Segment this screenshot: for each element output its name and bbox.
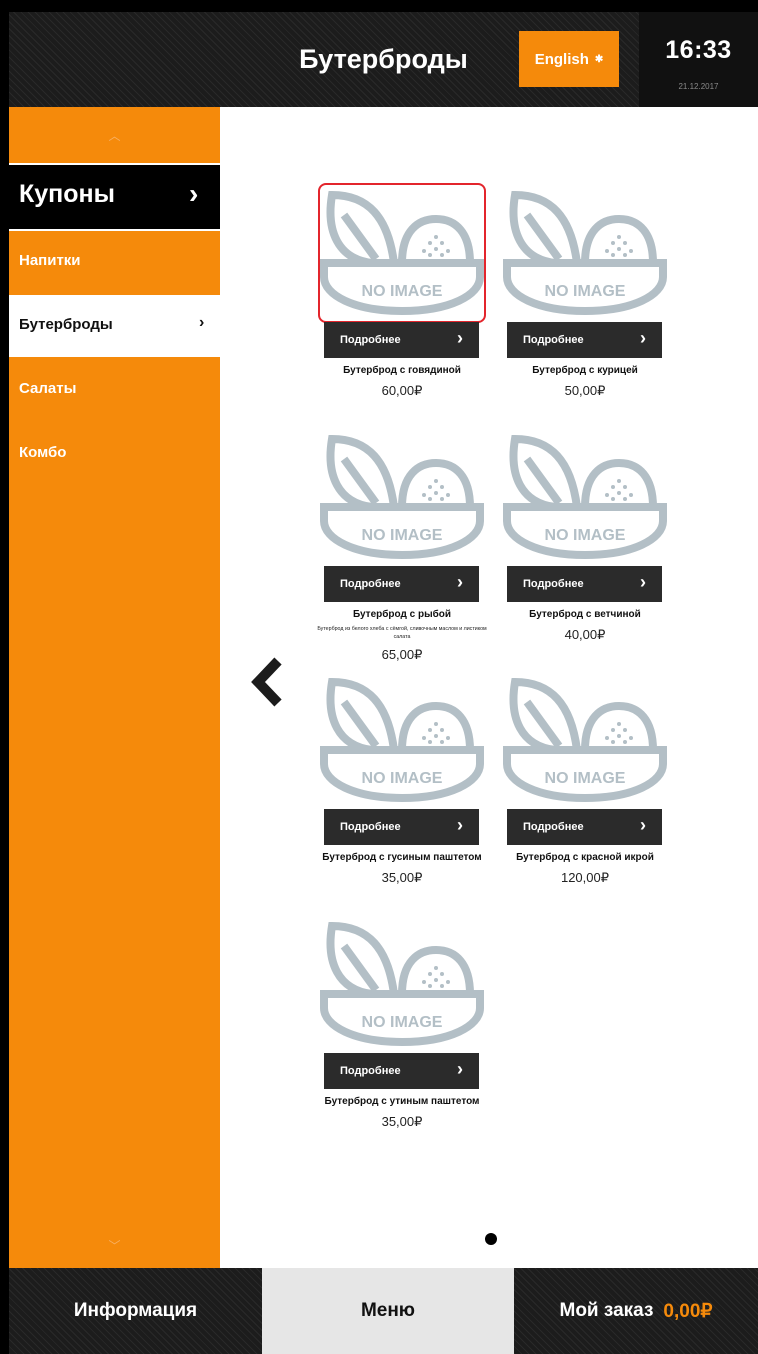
product-price: 50,00₽ (564, 383, 606, 398)
product-card[interactable]: NO IMAGE Подробнее › Бутерброд с рыбой Б… (317, 427, 487, 662)
product-card[interactable]: NO IMAGE Подробнее › Бутерброд с гусиным… (318, 670, 486, 885)
chevron-right-icon: › (189, 178, 199, 209)
product-card[interactable]: NO IMAGE Подробнее › Бутерброд с утиным … (318, 914, 486, 1129)
chevron-right-icon: › (640, 572, 646, 592)
chevron-right-icon: › (640, 328, 646, 348)
product-price: 40,00₽ (564, 627, 606, 642)
language-label: English (534, 50, 589, 68)
product-image[interactable]: NO IMAGE (501, 183, 669, 323)
no-image-text: NO IMAGE (544, 283, 626, 300)
chevron-right-icon: › (457, 1059, 463, 1079)
details-button-label: Подробнее (340, 821, 401, 833)
product-image[interactable]: NO IMAGE (318, 427, 486, 567)
page-indicator-dot[interactable] (485, 1233, 497, 1245)
my-order-button[interactable]: Мой заказ 0,00₽ (514, 1268, 758, 1354)
no-image-text: NO IMAGE (361, 770, 443, 787)
uk-flag-icon: ✱ (594, 53, 604, 65)
details-button-label: Подробнее (523, 578, 584, 590)
product-name: Бутерброд с ветчиной (529, 609, 641, 620)
sidebar-item-salads[interactable]: Салаты (9, 359, 220, 421)
product-image[interactable]: NO IMAGE (318, 183, 486, 323)
no-image-text: NO IMAGE (544, 527, 626, 544)
product-card[interactable]: NO IMAGE Подробнее › Бутерброд с говядин… (318, 183, 486, 398)
chevron-left-icon[interactable] (250, 657, 284, 712)
language-button[interactable]: English ✱ (519, 31, 619, 87)
product-name: Бутерброд с гусиным паштетом (322, 852, 482, 863)
details-button[interactable]: Подробнее › (324, 322, 479, 358)
footer-bar: Информация Меню Мой заказ 0,00₽ (9, 1268, 758, 1354)
product-price: 120,00₽ (560, 870, 610, 885)
details-button-label: Подробнее (523, 821, 584, 833)
no-image-text: NO IMAGE (361, 527, 443, 544)
sidebar-item-drinks[interactable]: Напитки (9, 231, 220, 293)
product-name: Бутерброд с говядиной (343, 365, 461, 376)
clock-time: 16:33 (665, 36, 732, 64)
category-sidebar: ︿ Купоны › Напитки Бутерброды › Салаты К… (9, 107, 220, 1268)
details-button[interactable]: Подробнее › (324, 566, 479, 602)
details-button[interactable]: Подробнее › (507, 322, 662, 358)
product-name: Бутерброд с курицей (532, 365, 638, 376)
product-price: 65,00₽ (381, 647, 423, 662)
coupons-label: Купоны (19, 180, 115, 208)
product-image[interactable]: NO IMAGE (501, 427, 669, 567)
product-image[interactable]: NO IMAGE (318, 914, 486, 1054)
no-image-text: NO IMAGE (361, 1014, 443, 1031)
sidebar-item-label: Салаты (19, 380, 77, 397)
order-total: 0,00₽ (663, 1300, 713, 1322)
scroll-down-icon[interactable]: ﹀ (9, 1237, 220, 1254)
sidebar-item-label: Бутерброды (19, 316, 113, 333)
product-description: Бутерброд из белого хлеба с сёмгой, слив… (317, 626, 487, 640)
header-bar: Бутерброды English ✱ 16:33 21.12.2017 (9, 12, 758, 107)
product-name: Бутерброд с красной икрой (516, 852, 654, 863)
no-image-text: NO IMAGE (361, 283, 443, 300)
sidebar-item-combo[interactable]: Комбо (9, 423, 220, 485)
info-label: Информация (73, 1300, 198, 1321)
sidebar-item-label: Комбо (19, 444, 67, 461)
chevron-right-icon: › (457, 328, 463, 348)
chevron-right-icon: › (199, 314, 205, 331)
details-button[interactable]: Подробнее › (507, 566, 662, 602)
product-card[interactable]: NO IMAGE Подробнее › Бутерброд с курицей… (501, 183, 669, 398)
product-image[interactable]: NO IMAGE (501, 670, 669, 810)
chevron-right-icon: › (457, 815, 463, 835)
product-image[interactable]: NO IMAGE (318, 670, 486, 810)
details-button-label: Подробнее (523, 334, 584, 346)
product-price: 35,00₽ (381, 870, 423, 885)
details-button-label: Подробнее (340, 334, 401, 346)
clock-date: 21.12.2017 (678, 82, 719, 91)
details-button[interactable]: Подробнее › (324, 1053, 479, 1089)
details-button-label: Подробнее (340, 578, 401, 590)
product-name: Бутерброд с рыбой (352, 609, 452, 620)
my-order-label: Мой заказ (559, 1300, 654, 1321)
sidebar-item-label: Напитки (19, 252, 81, 269)
no-image-text: NO IMAGE (544, 770, 626, 787)
sidebar-item-sandwiches[interactable]: Бутерброды › (9, 295, 220, 357)
menu-button[interactable]: Меню (262, 1268, 514, 1354)
details-button-label: Подробнее (340, 1065, 401, 1077)
product-card[interactable]: NO IMAGE Подробнее › Бутерброд с красной… (501, 670, 669, 885)
product-price: 35,00₽ (381, 1114, 423, 1129)
clock: 16:33 21.12.2017 (639, 12, 758, 107)
product-name: Бутерброд с утиным паштетом (324, 1096, 480, 1107)
info-button[interactable]: Информация (9, 1268, 262, 1354)
details-button[interactable]: Подробнее › (324, 809, 479, 845)
chevron-right-icon: › (640, 815, 646, 835)
menu-label: Меню (360, 1300, 416, 1321)
details-button[interactable]: Подробнее › (507, 809, 662, 845)
sidebar-item-coupons[interactable]: Купоны › (9, 163, 220, 231)
chevron-right-icon: › (457, 572, 463, 592)
scroll-up-icon[interactable]: ︿ (9, 127, 220, 144)
product-grid: NO IMAGE Подробнее › Бутерброд с говядин… (220, 107, 758, 1268)
product-card[interactable]: NO IMAGE Подробнее › Бутерброд с ветчино… (501, 427, 669, 642)
product-price: 60,00₽ (381, 383, 423, 398)
